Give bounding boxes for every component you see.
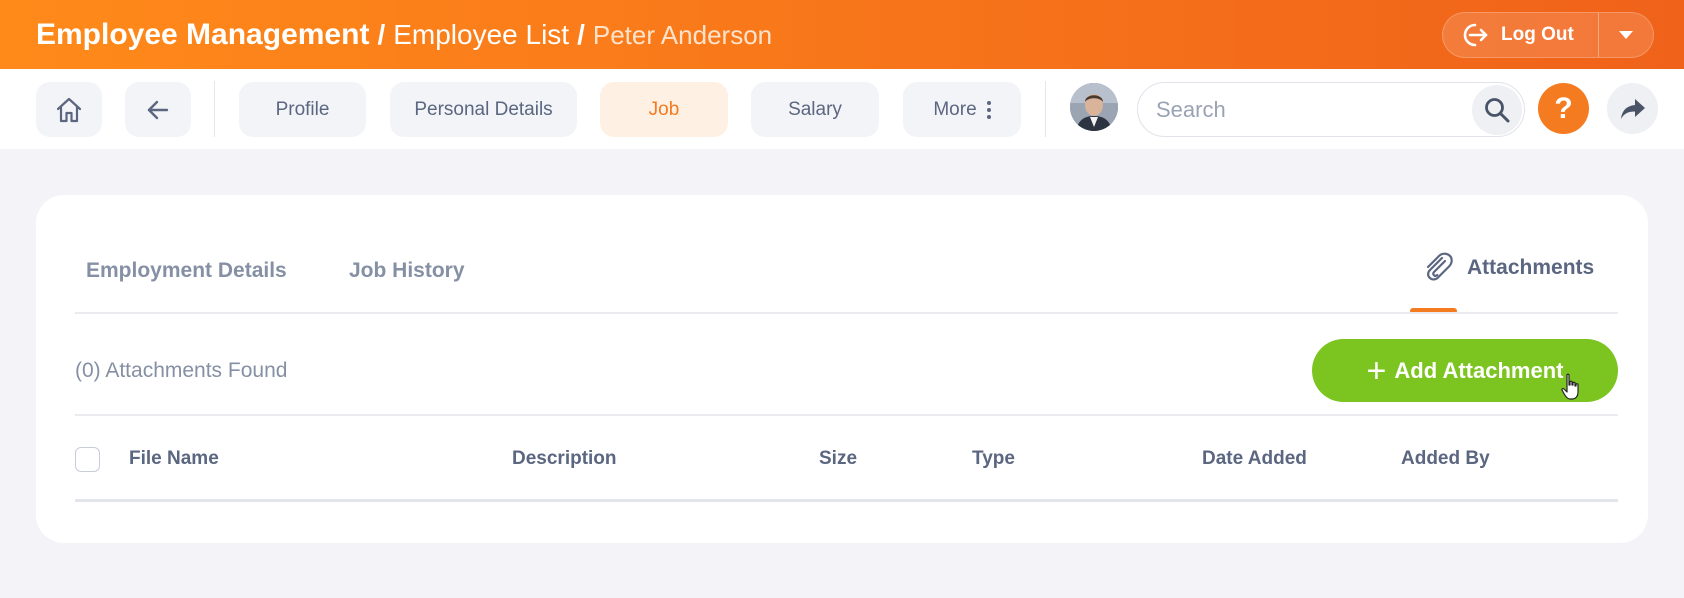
breadcrumb-employee-list[interactable]: Employee List — [393, 19, 569, 51]
hand-pointer-icon — [1561, 373, 1579, 400]
help-icon: ? — [1554, 91, 1573, 125]
logout-button[interactable]: Log Out — [1443, 13, 1598, 57]
column-header-date-added[interactable]: Date Added — [1202, 448, 1307, 470]
toolbar-divider — [214, 81, 215, 137]
action-toolbar: Profile Personal Details Job Salary More — [0, 69, 1684, 149]
tab-job-label: Job — [648, 98, 680, 120]
tab-employment-details[interactable]: Employment Details — [86, 259, 287, 283]
search-field — [1137, 82, 1525, 137]
tab-more[interactable]: More — [903, 82, 1021, 137]
breadcrumb-separator: / — [377, 18, 386, 50]
tab-job-history[interactable]: Job History — [349, 259, 465, 283]
column-header-description[interactable]: Description — [512, 448, 617, 470]
logout-icon — [1463, 23, 1488, 47]
column-header-size[interactable]: Size — [819, 448, 857, 470]
arrow-left-icon — [147, 100, 169, 119]
help-button[interactable]: ? — [1538, 83, 1589, 134]
column-header-file-name[interactable]: File Name — [129, 448, 219, 470]
toolbar-bottom-divider — [75, 414, 1618, 416]
top-header: Employee Management / Employee List / Pe… — [0, 0, 1684, 69]
select-all-checkbox[interactable] — [75, 447, 100, 472]
breadcrumb: Employee Management / Employee List / Pe… — [36, 18, 772, 52]
paperclip-icon — [1426, 252, 1453, 281]
tab-personal-details[interactable]: Personal Details — [390, 82, 577, 137]
share-button[interactable] — [1607, 83, 1658, 134]
plus-icon: + — [1366, 351, 1387, 390]
tab-salary-label: Salary — [788, 98, 842, 120]
tab-profile[interactable]: Profile — [239, 82, 366, 137]
breadcrumb-separator: / — [577, 18, 585, 50]
column-header-type[interactable]: Type — [972, 448, 1015, 470]
attachments-count: (0) Attachments Found — [75, 359, 288, 382]
tab-attachments-label: Attachments — [1467, 256, 1595, 279]
tab-job[interactable]: Job — [600, 82, 728, 137]
search-input[interactable] — [1156, 93, 1456, 127]
breadcrumb-employee-management[interactable]: Employee Management — [36, 18, 369, 52]
more-vertical-icon — [986, 100, 991, 119]
caret-down-icon — [1619, 30, 1633, 39]
tabs-divider — [75, 312, 1618, 314]
logout-group: Log Out — [1442, 12, 1654, 58]
tab-attachments[interactable]: Attachments — [1421, 251, 1594, 285]
tab-personal-details-label: Personal Details — [414, 98, 553, 120]
home-icon — [56, 97, 82, 122]
breadcrumb-current-employee: Peter Anderson — [592, 19, 773, 50]
toolbar-divider — [1045, 81, 1046, 137]
tab-salary[interactable]: Salary — [751, 82, 879, 137]
avatar[interactable] — [1070, 83, 1118, 131]
search-icon — [1485, 98, 1510, 123]
logout-dropdown-toggle[interactable] — [1599, 13, 1653, 57]
back-button[interactable] — [125, 82, 191, 137]
tab-more-label: More — [933, 98, 977, 120]
table-header-divider — [75, 499, 1618, 502]
user-photo-icon — [1070, 83, 1118, 131]
tab-profile-label: Profile — [275, 98, 330, 120]
home-button[interactable] — [36, 82, 102, 137]
attachments-card: Employment Details Job History Attachmen… — [36, 195, 1648, 543]
search-button[interactable] — [1472, 85, 1522, 135]
share-arrow-icon — [1620, 98, 1645, 119]
add-attachment-label: Add Attachment — [1394, 357, 1564, 383]
logout-label: Log Out — [1501, 24, 1574, 45]
column-header-added-by[interactable]: Added By — [1401, 448, 1490, 470]
